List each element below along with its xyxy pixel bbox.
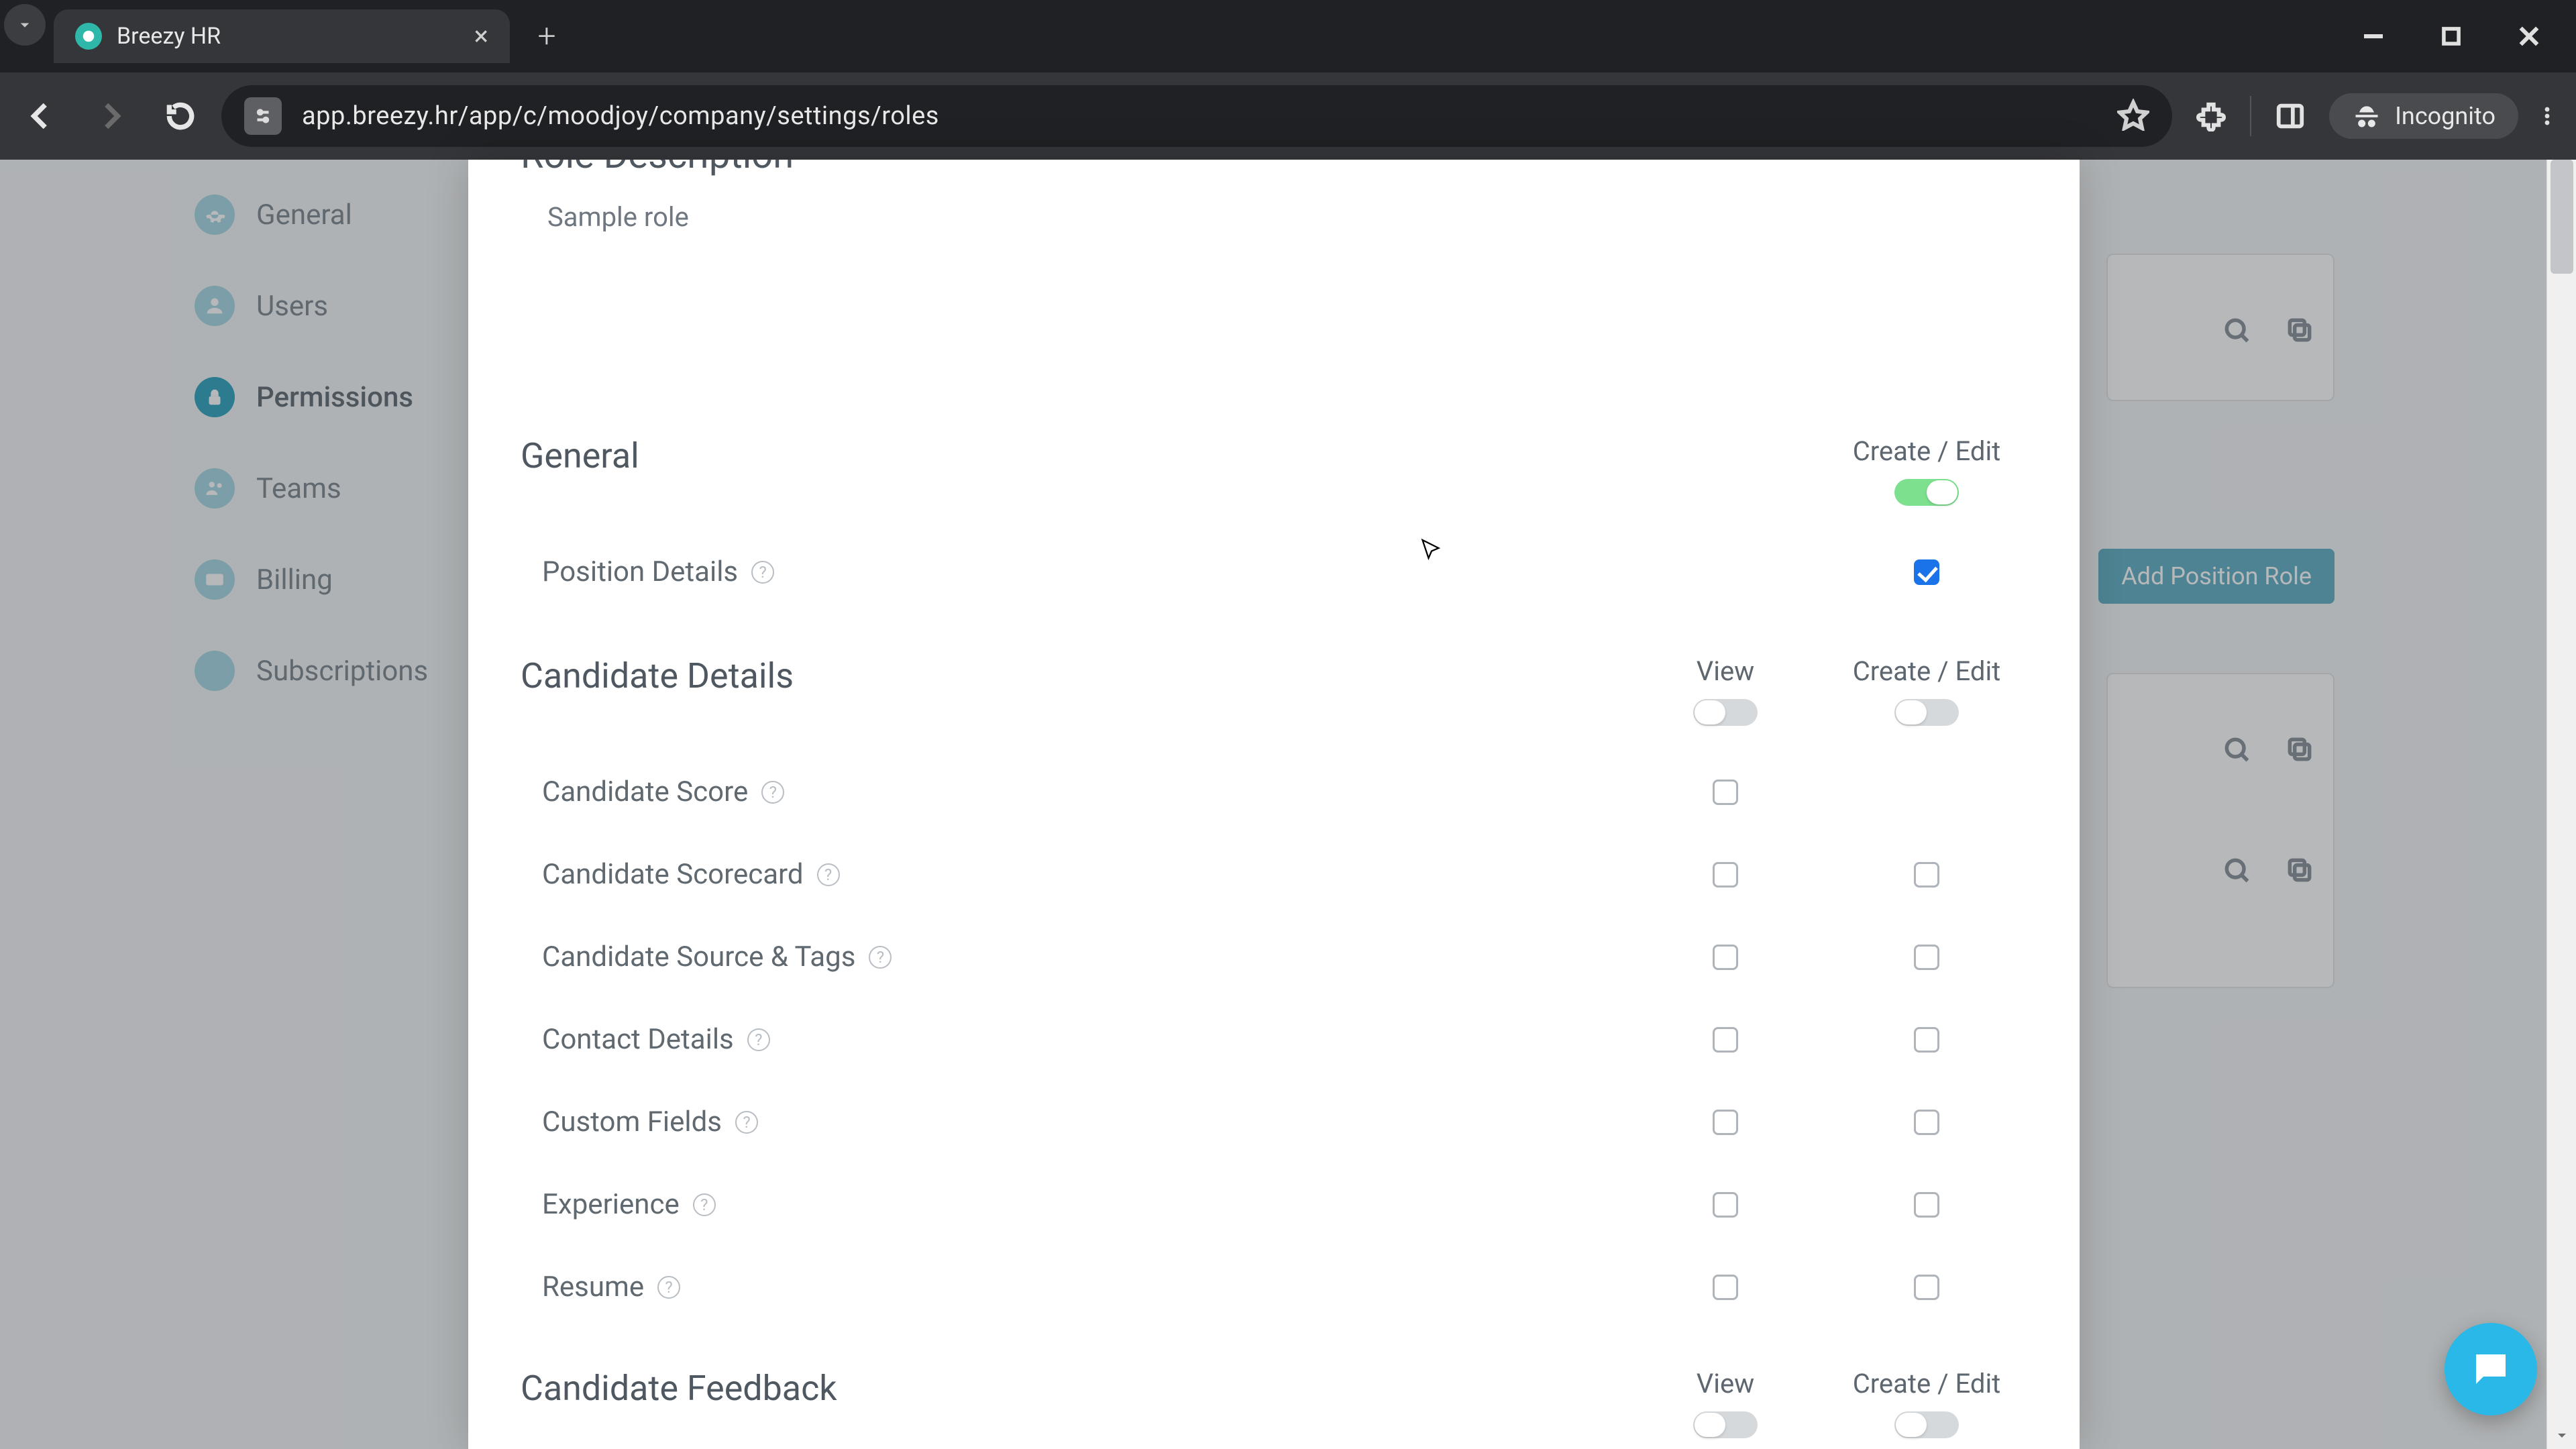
help-icon[interactable]: ? — [747, 1028, 770, 1051]
perm-section-general: General Create / Edit Position Details? — [521, 435, 2027, 588]
column-view: View — [1625, 655, 1826, 726]
checkbox-create-edit[interactable] — [1914, 1110, 1939, 1135]
view-master-toggle[interactable] — [1693, 699, 1758, 726]
create-edit-master-toggle[interactable] — [1894, 1411, 1959, 1438]
perm-row-custom-fields: Custom Fields? — [521, 1106, 2027, 1138]
bookmark-star-icon[interactable] — [2117, 99, 2149, 133]
window-maximize-button[interactable] — [2431, 16, 2471, 56]
tab-favicon-icon — [75, 23, 102, 50]
tab-close-icon[interactable]: × — [474, 23, 488, 50]
browser-titlebar: Breezy HR × + — [0, 0, 2576, 72]
column-create-edit: Create / Edit — [1826, 435, 2027, 506]
checkbox-create-edit[interactable] — [1914, 862, 1939, 888]
toolbar-divider — [2250, 96, 2251, 136]
incognito-chip[interactable]: Incognito — [2329, 93, 2518, 139]
perm-section-candidate-feedback: Candidate Feedback View Create / Edit — [521, 1368, 2027, 1438]
create-edit-master-toggle[interactable] — [1894, 479, 1959, 506]
column-create-edit: Create / Edit — [1826, 655, 2027, 726]
intercom-chat-button[interactable] — [2445, 1323, 2537, 1415]
vertical-scrollbar[interactable] — [2546, 160, 2576, 1449]
checkbox-create-edit[interactable] — [1914, 945, 1939, 970]
permissions-modal: Role Description Sample role General Cre… — [468, 160, 2080, 1449]
nav-reload-button[interactable] — [152, 87, 209, 145]
help-icon[interactable]: ? — [869, 946, 892, 969]
browser-menu-button[interactable] — [2530, 105, 2564, 127]
checkbox-view[interactable] — [1713, 1192, 1738, 1218]
browser-toolbar: app.breezy.hr/app/c/moodjoy/company/sett… — [0, 72, 2576, 160]
checkbox-view[interactable] — [1713, 780, 1738, 805]
perm-row-position-details: Position Details? — [521, 555, 2027, 588]
checkbox-view[interactable] — [1713, 945, 1738, 970]
view-master-toggle[interactable] — [1693, 1411, 1758, 1438]
perm-row-resume: Resume? — [521, 1271, 2027, 1303]
checkbox-create-edit[interactable] — [1914, 559, 1939, 585]
checkbox-view[interactable] — [1713, 1110, 1738, 1135]
incognito-icon — [2352, 101, 2381, 131]
nav-back-button[interactable] — [12, 87, 70, 145]
extensions-icon[interactable] — [2184, 89, 2238, 143]
new-tab-button[interactable]: + — [523, 12, 570, 59]
checkbox-view[interactable] — [1713, 1027, 1738, 1053]
help-icon[interactable]: ? — [817, 863, 840, 886]
window-controls — [2353, 0, 2576, 56]
window-minimize-button[interactable] — [2353, 16, 2394, 56]
scrollbar-thumb[interactable] — [2551, 160, 2573, 274]
help-icon[interactable]: ? — [657, 1276, 680, 1299]
page-viewport: General Users Permissions Teams Billing … — [0, 160, 2576, 1449]
checkbox-view[interactable] — [1713, 1275, 1738, 1300]
checkbox-create-edit[interactable] — [1914, 1027, 1939, 1053]
side-panel-icon[interactable] — [2263, 89, 2317, 143]
nav-forward-button[interactable] — [82, 87, 140, 145]
create-edit-master-toggle[interactable] — [1894, 699, 1959, 726]
incognito-label: Incognito — [2395, 102, 2496, 130]
tab-title: Breezy HR — [117, 23, 460, 50]
checkbox-view[interactable] — [1713, 862, 1738, 888]
scroll-down-arrow-icon[interactable] — [2547, 1422, 2576, 1449]
checkbox-create-edit[interactable] — [1914, 1192, 1939, 1218]
url-text: app.breezy.hr/app/c/moodjoy/company/sett… — [302, 101, 2097, 131]
checkbox-create-edit[interactable] — [1914, 1275, 1939, 1300]
section-title: Candidate Details — [521, 655, 1625, 696]
perm-row-candidate-score: Candidate Score? — [521, 775, 2027, 808]
help-icon[interactable]: ? — [693, 1193, 716, 1216]
role-description-heading: Role Description — [521, 160, 2027, 177]
section-title: Candidate Feedback — [521, 1368, 1625, 1409]
mouse-cursor-icon — [1419, 538, 1444, 562]
perm-section-candidate-details: Candidate Details View Create / Edit Can… — [521, 655, 2027, 1303]
column-create-edit: Create / Edit — [1826, 1368, 2027, 1438]
help-icon[interactable]: ? — [735, 1111, 758, 1134]
perm-row-candidate-source-tags: Candidate Source & Tags? — [521, 941, 2027, 973]
browser-tab-active[interactable]: Breezy HR × — [54, 9, 510, 63]
perm-row-experience: Experience? — [521, 1188, 2027, 1221]
perm-row-contact-details: Contact Details? — [521, 1023, 2027, 1056]
column-view: View — [1625, 1368, 1826, 1438]
help-icon[interactable]: ? — [751, 561, 774, 584]
window-close-button[interactable] — [2509, 16, 2549, 56]
site-info-icon[interactable] — [244, 97, 282, 135]
role-description-value[interactable]: Sample role — [521, 201, 2027, 233]
help-icon[interactable]: ? — [761, 781, 784, 804]
tab-search-dropdown[interactable] — [4, 4, 46, 46]
section-title: General — [521, 435, 1826, 476]
address-bar[interactable]: app.breezy.hr/app/c/moodjoy/company/sett… — [221, 85, 2172, 147]
perm-row-candidate-scorecard: Candidate Scorecard? — [521, 858, 2027, 891]
